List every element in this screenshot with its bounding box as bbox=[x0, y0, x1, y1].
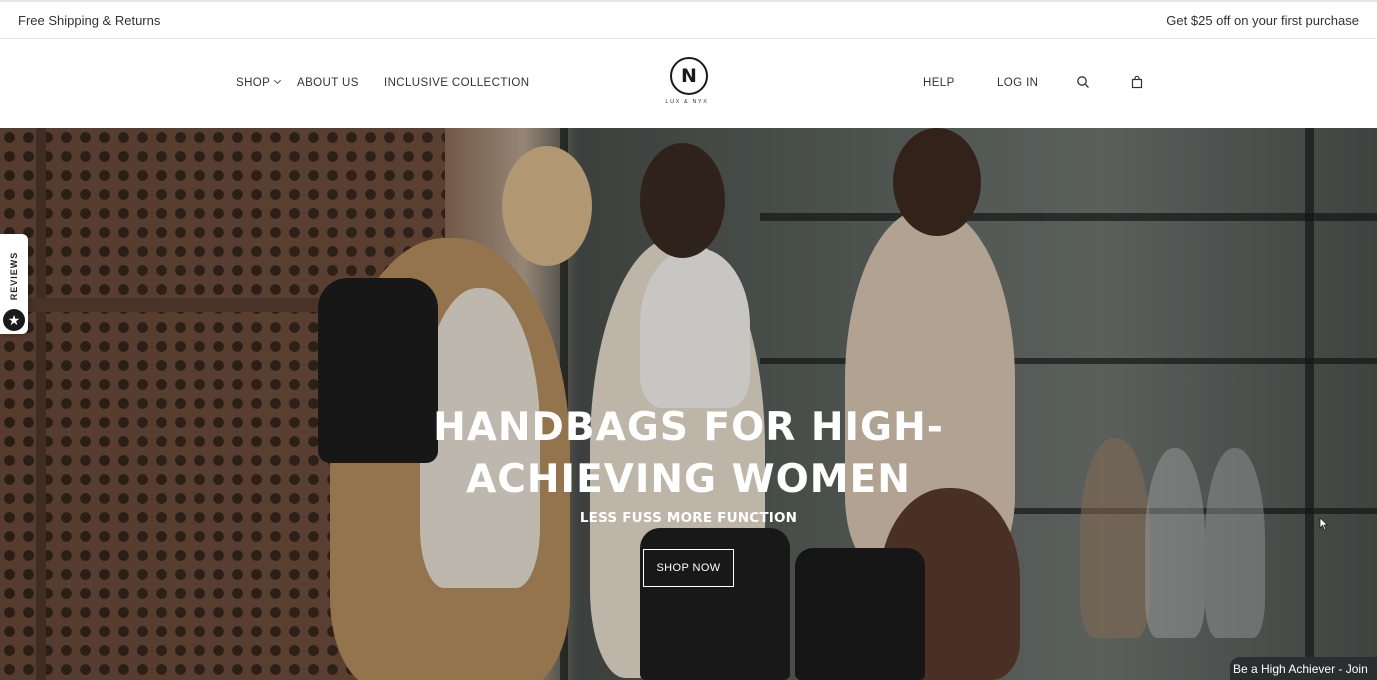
bag-icon[interactable] bbox=[1130, 75, 1144, 89]
reviews-tab[interactable]: REVIEWS ★ bbox=[0, 234, 28, 334]
star-icon: ★ bbox=[3, 309, 25, 331]
free-shipping-text: Free Shipping & Returns bbox=[18, 12, 161, 28]
search-icon[interactable] bbox=[1076, 75, 1090, 89]
main-nav: SHOP ABOUT US INCLUSIVE COLLECTION N LUX… bbox=[0, 39, 1377, 128]
hero-title: HANDBAGS FOR HIGH- ACHIEVING WOMEN bbox=[0, 402, 1377, 506]
logo-mark: N bbox=[670, 57, 708, 95]
nav-help[interactable]: HELP bbox=[923, 77, 955, 89]
rewards-join-badge[interactable]: Be a High Achiever - Join bbox=[1230, 657, 1377, 680]
hero-title-line-2: ACHIEVING WOMEN bbox=[466, 457, 911, 502]
logo-wordmark: LUX & NYX bbox=[665, 99, 709, 105]
hero-subtitle: LESS FUSS MORE FUNCTION bbox=[579, 510, 798, 526]
nav-shop-label: SHOP bbox=[236, 77, 271, 89]
brand-logo[interactable]: N LUX & NYX bbox=[665, 57, 710, 109]
nav-about-us[interactable]: ABOUT US bbox=[297, 77, 359, 89]
hero-banner: HANDBAGS FOR HIGH- ACHIEVING WOMEN LESS … bbox=[0, 128, 1377, 680]
chevron-down-icon bbox=[274, 76, 282, 85]
mouse-cursor-icon bbox=[1319, 517, 1329, 531]
discount-text: Get $25 off on your first purchase bbox=[1166, 12, 1359, 28]
nav-log-in[interactable]: LOG IN bbox=[997, 77, 1038, 89]
announcement-bar: Free Shipping & Returns Get $25 off on y… bbox=[0, 0, 1377, 39]
reviews-tab-label: REVIEWS bbox=[9, 251, 19, 301]
nav-shop[interactable]: SHOP bbox=[236, 76, 282, 89]
shop-now-button[interactable]: SHOP NOW bbox=[643, 549, 734, 587]
hero-title-line-1: HANDBAGS FOR HIGH- bbox=[433, 405, 944, 450]
nav-inclusive-collection[interactable]: INCLUSIVE COLLECTION bbox=[384, 77, 529, 89]
